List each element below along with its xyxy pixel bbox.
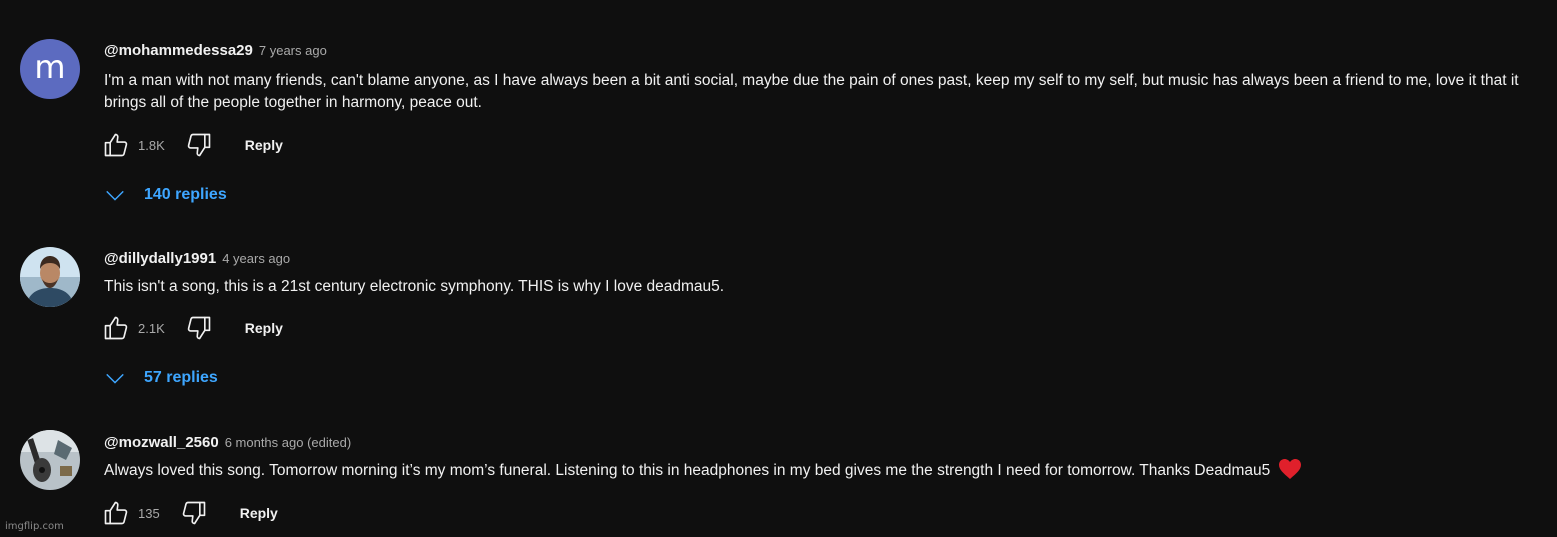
avatar[interactable]: m <box>20 39 80 99</box>
thumbs-up-icon <box>104 501 128 525</box>
red-heart-icon <box>1279 459 1302 480</box>
replies-count: 140 replies <box>144 186 227 203</box>
dislike-button[interactable] <box>178 497 210 529</box>
avatar-letter: m <box>34 48 66 86</box>
reply-button[interactable]: Reply <box>240 505 278 521</box>
like-count: 2.1K <box>138 320 165 336</box>
comment-text: I'm a man with not many friends, can't b… <box>104 72 1519 111</box>
comment-author[interactable]: @mozwall_2560 <box>104 434 219 451</box>
like-count: 1.8K <box>138 137 165 153</box>
replies-count: 57 replies <box>144 369 218 386</box>
reply-button[interactable]: Reply <box>245 320 283 336</box>
thumbs-up-icon <box>104 133 128 157</box>
comment-header: @mozwall_2560 6 months ago (edited) <box>104 434 351 452</box>
avatar[interactable] <box>20 247 80 307</box>
like-count: 135 <box>138 505 160 521</box>
comment-actions: 1.8K Reply <box>100 129 283 161</box>
like-button[interactable] <box>100 497 132 529</box>
comment-author[interactable]: @dillydally1991 <box>104 250 216 267</box>
avatar-photo <box>20 430 80 490</box>
avatar[interactable] <box>20 430 80 490</box>
like-button[interactable] <box>100 312 132 344</box>
comment-actions: 135 Reply <box>100 497 278 529</box>
comment-author[interactable]: @mohammedessa29 <box>104 42 253 59</box>
comment-header: @mohammedessa29 7 years ago <box>104 42 327 60</box>
comment-text: This isn't a song, this is a 21st centur… <box>104 278 725 295</box>
dislike-button[interactable] <box>183 129 215 161</box>
reply-button[interactable]: Reply <box>245 137 283 153</box>
watermark: imgflip.com <box>5 521 64 532</box>
like-button[interactable] <box>100 129 132 161</box>
comment-time[interactable]: 7 years ago <box>259 43 327 58</box>
avatar-photo <box>20 247 80 307</box>
chevron-down-icon <box>106 190 124 201</box>
comment-time[interactable]: 6 months ago (edited) <box>225 435 351 450</box>
thumbs-up-icon <box>104 316 128 340</box>
comment-header: @dillydally1991 4 years ago <box>104 250 290 268</box>
thumbs-down-icon <box>187 316 211 340</box>
comment-text: Always loved this song. Tomorrow morning… <box>104 459 1534 482</box>
dislike-button[interactable] <box>183 312 215 344</box>
comment-actions: 2.1K Reply <box>100 312 283 344</box>
view-replies-button[interactable]: 140 replies <box>104 184 227 206</box>
view-replies-button[interactable]: 57 replies <box>104 367 218 389</box>
thumbs-down-icon <box>182 501 206 525</box>
chevron-down-icon <box>106 373 124 384</box>
comment-text-content: Always loved this song. Tomorrow morning… <box>104 462 1271 479</box>
thumbs-down-icon <box>187 133 211 157</box>
comment-time[interactable]: 4 years ago <box>222 251 290 266</box>
